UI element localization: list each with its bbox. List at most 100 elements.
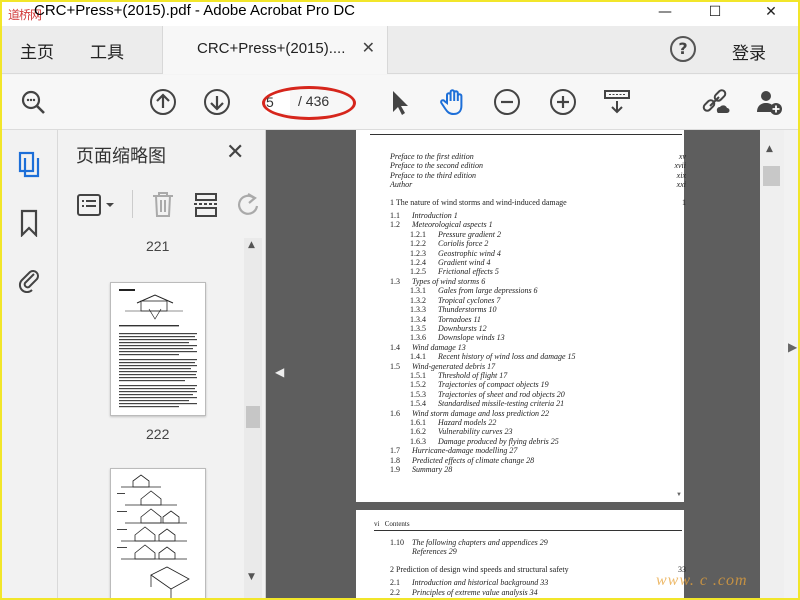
toc-entry-title: Damage produced by flying debris 25 xyxy=(438,436,559,446)
toc-entry-number: 2.1 xyxy=(390,578,400,588)
toc-entry-number: 1.6.2 xyxy=(410,427,426,437)
scroll-up-arrow-icon[interactable]: ▲ xyxy=(248,240,255,250)
toc-entry-title: Meteorological aspects 1 xyxy=(412,220,493,230)
maximize-button[interactable]: ☐ xyxy=(700,0,730,24)
window-title: CRC+Press+(2015).pdf - Adobe Acrobat Pro… xyxy=(34,2,355,19)
search-icon[interactable] xyxy=(18,87,48,117)
toc-entry-title: Gales from large depressions 6 xyxy=(438,286,538,296)
options-menu-icon[interactable] xyxy=(76,192,116,222)
toc-entry-number xyxy=(390,547,412,556)
page-rule xyxy=(374,530,682,531)
toc-chapter-page: 1 xyxy=(682,197,686,207)
document-scrollbar[interactable]: ▲ xyxy=(760,130,784,600)
header-page-number: vi xyxy=(374,520,380,528)
close-tab-button[interactable]: ✕ xyxy=(362,38,375,57)
toc-entry-title: References 29 xyxy=(412,547,457,557)
toc-entry-title: Coriolis force 2 xyxy=(438,239,489,249)
toc-entry-title: Recent history of wind loss and damage 1… xyxy=(438,352,576,362)
toc-entry-number: 1.3.5 xyxy=(410,323,426,333)
right-pane-edge xyxy=(784,130,800,600)
close-panel-button[interactable]: ✕ xyxy=(226,140,244,165)
tab-document[interactable]: CRC+Press+(2015).... ✕ xyxy=(162,26,388,74)
tab-tools[interactable]: 工具 xyxy=(90,38,124,63)
zoom-in-icon[interactable] xyxy=(548,87,578,117)
panel-scroll-thumb[interactable] xyxy=(246,406,260,428)
toc-entry-title: Gradient wind 4 xyxy=(438,258,491,268)
add-user-icon[interactable] xyxy=(754,87,784,117)
delete-page-icon[interactable] xyxy=(150,190,176,222)
rotate-page-icon[interactable] xyxy=(234,190,262,222)
collapse-left-arrow-icon[interactable]: ◀ xyxy=(275,365,284,379)
page-thumbnails-icon[interactable] xyxy=(14,150,44,180)
toc-entry-title: Downslope winds 13 xyxy=(438,333,505,343)
signin-button[interactable]: 登录 xyxy=(732,39,766,64)
header-title: Contents xyxy=(384,520,410,528)
next-page-icon[interactable] xyxy=(202,87,232,117)
toc-entry: 1.3.6 Downslope winds 13 xyxy=(390,333,686,342)
toc-entry: 1.5.4 Standardised missile-testing criter… xyxy=(390,399,686,408)
toc-chapter: 1 The nature of wind storms and wind-ind… xyxy=(390,198,686,207)
toc-entry-number: 2.2 xyxy=(390,587,400,597)
bookmark-icon[interactable] xyxy=(14,208,44,238)
previous-page-icon[interactable] xyxy=(148,87,178,117)
toc-entry-number: 1.9 xyxy=(390,465,400,474)
toc-entry-title: Downbursts 12 xyxy=(438,323,487,333)
page-thumbnail[interactable] xyxy=(110,282,206,416)
toc-chapter-title: 1 The nature of wind storms and wind-ind… xyxy=(390,197,567,207)
toc-entry-number: 1.3.6 xyxy=(410,333,426,343)
toc-entry: 1.3.4 Tornadoes 11 xyxy=(390,315,686,324)
attachment-icon[interactable] xyxy=(14,264,44,294)
toc-front-matter-title: Preface to the third edition xyxy=(390,170,477,180)
tab-home[interactable]: 主页 xyxy=(20,38,54,63)
toc-entry-title: Wind-generated debris 17 xyxy=(412,361,496,371)
help-button[interactable]: ? xyxy=(670,36,696,62)
share-link-icon[interactable] xyxy=(700,87,730,117)
toc-entry: 1.5.3 Trajectories of sheet and rod objec… xyxy=(390,390,686,399)
toc-entry-title: Introduction and historical background 3… xyxy=(412,578,549,588)
toc-entry: 1.5.1 Threshold of flight 17 xyxy=(390,371,686,380)
toc-front-matter-page: xxi xyxy=(676,180,686,190)
insert-page-icon[interactable] xyxy=(192,190,220,222)
toc-entry-number: 1.5.4 xyxy=(410,399,426,409)
toc-front-matter: Preface to the third edition xix xyxy=(390,171,686,180)
toc-entry-number: 1.6.3 xyxy=(410,436,426,446)
toc-entry: 1.3.2 Tropical cyclones 7 xyxy=(390,296,686,305)
select-cursor-icon[interactable] xyxy=(384,87,414,117)
toc-entry-title: Wind storm damage and loss prediction 22 xyxy=(412,408,550,418)
document-viewport[interactable]: Preface to the first edition xv Preface to… xyxy=(266,130,760,600)
toc-entry-number: 1.4.1 xyxy=(410,352,426,362)
toc-entry-title: Threshold of flight 17 xyxy=(438,370,508,380)
toc-entry-title: Wind damage 13 xyxy=(412,342,466,352)
toc-entry-title: The following chapters and appendices 29 xyxy=(412,538,548,547)
toc-entry-title: Tornadoes 11 xyxy=(438,314,481,324)
running-header: vi Contents xyxy=(374,520,410,528)
close-window-button[interactable]: ✕ xyxy=(756,0,786,24)
toc-front-matter-title: Preface to the second edition xyxy=(390,161,484,171)
thumbnail-label: 222 xyxy=(146,426,170,442)
toc-entry-number: 1.6 xyxy=(390,408,400,418)
expand-right-arrow-icon[interactable]: ▶ xyxy=(788,340,797,354)
page-thumbnail[interactable] xyxy=(110,468,206,600)
left-rail xyxy=(0,130,58,600)
toc-entry-title: Summary 28 xyxy=(412,465,453,474)
toc-chapter-title: 2 Prediction of design wind speeds and s… xyxy=(390,564,569,574)
toc-entry: 1.9 Summary 28 xyxy=(390,465,686,474)
toc-front-matter-title: Author xyxy=(390,180,413,190)
scroll-up-arrow-icon[interactable]: ▲ xyxy=(766,144,773,154)
toc-entry: 1.2.1 Pressure gradient 2 xyxy=(390,230,686,239)
toc-entry-number: 1.3 xyxy=(390,276,400,286)
toc-entry-title: Tropical cyclones 7 xyxy=(438,295,501,305)
hand-tool-icon[interactable] xyxy=(438,87,468,117)
toc-entry-number: 1.2.5 xyxy=(410,267,426,277)
scroll-mode-icon[interactable] xyxy=(602,87,632,117)
toc-entry: 1.3 Types of wind storms 6 xyxy=(390,277,686,286)
zoom-out-icon[interactable] xyxy=(492,87,522,117)
toc-entry: 1.8 Predicted effects of climate change 2… xyxy=(390,456,686,465)
toc-entry-number: 1.5.3 xyxy=(410,389,426,399)
page-marker: ▼ xyxy=(676,492,682,498)
minimize-button[interactable]: — xyxy=(650,0,680,24)
document-scroll-thumb[interactable] xyxy=(763,166,780,186)
scroll-down-arrow-icon[interactable]: ▼ xyxy=(248,572,255,582)
panel-scrollbar[interactable]: ▲ ▼ xyxy=(244,238,262,600)
toc-entry: 1.4.1 Recent history of wind loss and dam… xyxy=(390,352,686,361)
